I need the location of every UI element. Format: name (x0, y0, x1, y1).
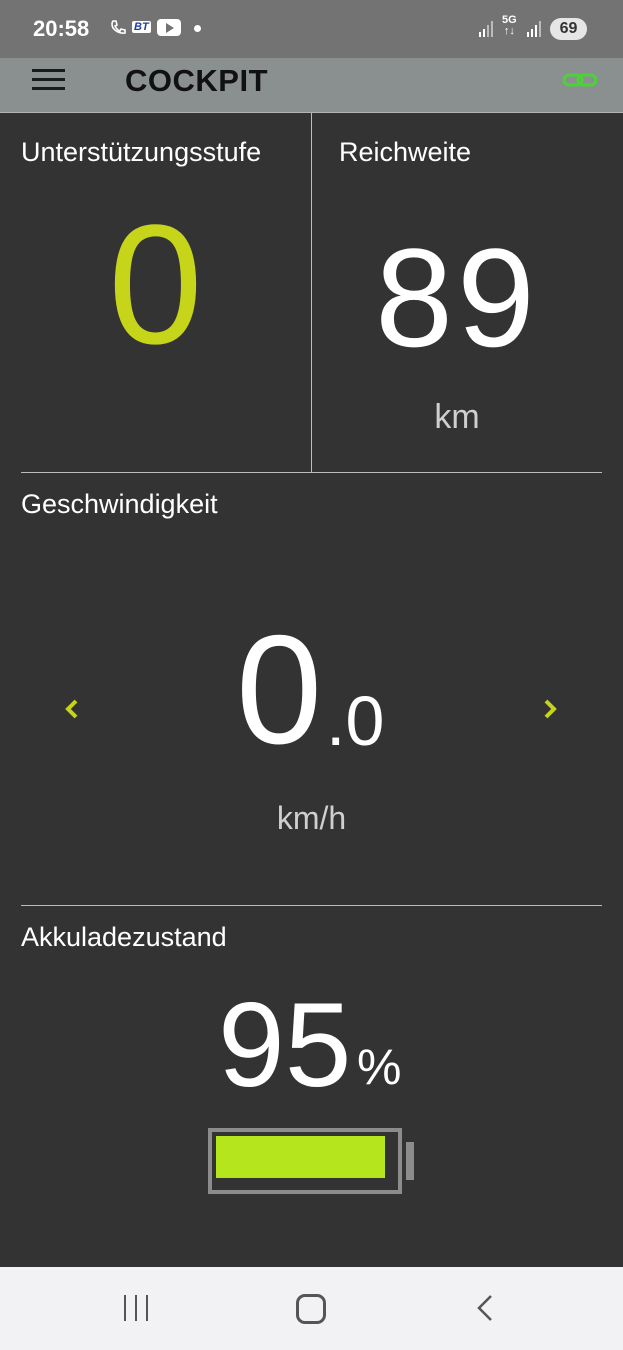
cockpit-screen: 20:58 BT 5G ↑↓ 69 COCKPIT Unterstützungss… (0, 0, 623, 1350)
link-icon[interactable] (562, 70, 598, 90)
speed-unit: km/h (276, 800, 347, 836)
range-label: Reichweite (339, 137, 472, 167)
speed-value-decimal: .0 (326, 682, 385, 760)
battery-percent-unit: % (357, 1039, 402, 1095)
divider-top (21, 472, 602, 473)
divider-bottom (21, 905, 602, 906)
status-bar: 20:58 BT 5G ↑↓ 69 (0, 0, 623, 58)
battery-gauge-fill (216, 1136, 385, 1178)
system-nav-bar (0, 1267, 623, 1350)
back-icon[interactable] (474, 1293, 496, 1323)
recent-apps-icon[interactable] (122, 1295, 150, 1321)
network-type-icon: 5G ↑↓ (502, 14, 517, 37)
battery-label: Akkuladezustand (21, 922, 227, 952)
status-time: 20:58 (33, 16, 90, 41)
notification-dot-icon (194, 25, 201, 32)
app-bar: COCKPIT (0, 58, 623, 113)
page-title: COCKPIT (125, 63, 268, 98)
assist-level-label: Unterstützungsstufe (21, 137, 262, 167)
signal-icon-2 (527, 21, 541, 37)
speed-value-integer: 0 (236, 603, 323, 776)
battery-gauge-tip (406, 1142, 414, 1180)
home-icon[interactable] (296, 1294, 326, 1324)
youtube-icon (157, 19, 181, 36)
battery-percent-value: 95 (218, 978, 352, 1112)
speed-label: Geschwindigkeit (21, 489, 218, 519)
hamburger-menu-icon[interactable] (32, 69, 65, 93)
assist-level-value: 0 (108, 190, 203, 380)
signal-icon (479, 21, 493, 37)
battery-gauge (208, 1128, 414, 1194)
chevron-left-icon[interactable] (60, 694, 84, 724)
range-value: 89 (375, 219, 539, 376)
range-unit: km (434, 398, 480, 436)
battery-status-icon: 69 (550, 18, 587, 40)
chevron-right-icon[interactable] (538, 694, 562, 724)
bt-app-icon: BT (132, 21, 151, 33)
wifi-call-icon (111, 20, 126, 34)
